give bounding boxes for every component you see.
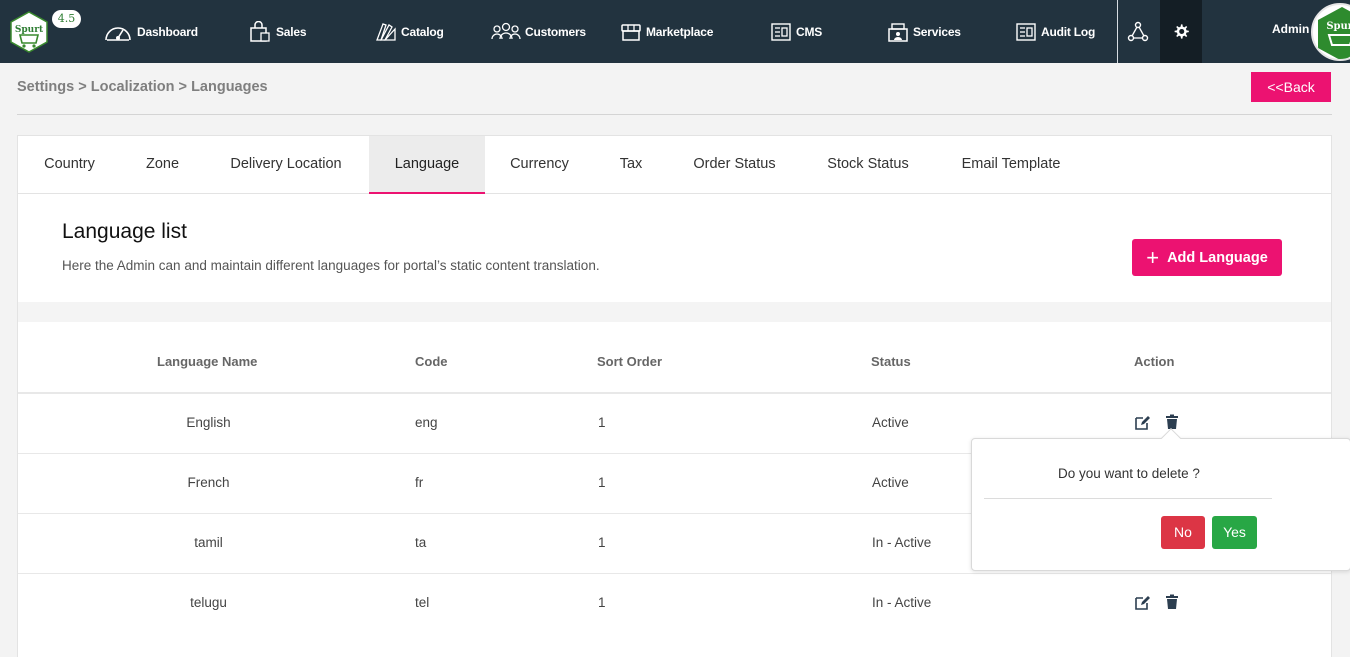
top-navbar: Spurt 4.5 Dashboard Sales Catalog Custom… bbox=[0, 0, 1350, 63]
audit-log-icon bbox=[1016, 22, 1036, 41]
nav-catalog[interactable]: Catalog bbox=[375, 0, 444, 63]
users-icon bbox=[491, 22, 521, 39]
storefront-icon bbox=[621, 23, 641, 41]
nav-customers[interactable]: Customers bbox=[491, 0, 586, 63]
speedometer-icon bbox=[105, 26, 131, 41]
status-cell: In - Active bbox=[872, 595, 932, 610]
breadcrumb-settings[interactable]: Settings bbox=[17, 79, 74, 95]
nav-sales-label: Sales bbox=[276, 24, 307, 39]
language-name-cell: French bbox=[187, 475, 230, 490]
tab-stock-status[interactable]: Stock Status bbox=[801, 136, 935, 194]
nav-cms-label: CMS bbox=[796, 24, 823, 39]
document-icon bbox=[771, 22, 791, 41]
nav-dashboard-label: Dashboard bbox=[137, 24, 198, 39]
delete-confirm-question: Do you want to delete ? bbox=[1058, 466, 1200, 481]
code-cell: fr bbox=[415, 475, 424, 490]
nav-marketplace[interactable]: Marketplace bbox=[620, 0, 713, 63]
shopping-bag-icon bbox=[250, 20, 270, 42]
nav-customers-label: Customers bbox=[525, 24, 586, 39]
breadcrumb-separator: > bbox=[174, 79, 192, 95]
settings-button[interactable] bbox=[1160, 0, 1202, 63]
edit-icon[interactable] bbox=[1134, 414, 1151, 436]
add-language-button[interactable]: + Add Language bbox=[1132, 239, 1282, 276]
breadcrumb-localization[interactable]: Localization bbox=[91, 79, 175, 95]
nav-catalog-label: Catalog bbox=[401, 24, 444, 39]
back-button[interactable]: <<Back bbox=[1251, 72, 1331, 102]
column-header-language-name: Language Name bbox=[157, 354, 258, 369]
breadcrumb: Settings > Localization > Languages bbox=[17, 79, 268, 95]
sort-order-cell: 1 bbox=[598, 595, 606, 610]
column-header-action: Action bbox=[1134, 354, 1175, 369]
trash-icon[interactable] bbox=[1165, 594, 1179, 615]
tab-zone[interactable]: Zone bbox=[121, 136, 204, 194]
network-button[interactable] bbox=[1118, 0, 1158, 63]
nav-audit-log[interactable]: Audit Log bbox=[1015, 0, 1095, 63]
column-header-sort-order: Sort Order bbox=[597, 354, 663, 369]
spurt-logo[interactable]: Spurt bbox=[8, 11, 50, 53]
sort-order-cell: 1 bbox=[598, 475, 606, 490]
delete-confirm-popover: Do you want to delete ? No Yes bbox=[971, 428, 1350, 571]
nav-dashboard[interactable]: Dashboard bbox=[103, 0, 198, 63]
tab-country[interactable]: Country bbox=[18, 136, 121, 194]
yes-button[interactable]: Yes bbox=[1212, 516, 1257, 549]
page-description: Here the Admin can and maintain differen… bbox=[62, 258, 600, 273]
nav-services[interactable]: Services bbox=[887, 0, 961, 63]
gear-icon bbox=[1174, 23, 1189, 39]
tab-delivery-location[interactable]: Delivery Location bbox=[204, 136, 368, 194]
popover-divider bbox=[984, 498, 1272, 499]
tab-tax[interactable]: Tax bbox=[594, 136, 668, 194]
tab-email-template[interactable]: Email Template bbox=[935, 136, 1087, 194]
tab-currency[interactable]: Currency bbox=[485, 136, 594, 194]
avatar[interactable]: Spurt bbox=[1311, 3, 1350, 61]
nav-cms[interactable]: CMS bbox=[770, 0, 822, 63]
services-icon bbox=[888, 22, 908, 42]
breadcrumb-separator: > bbox=[74, 79, 91, 95]
section-separator bbox=[18, 302, 1331, 322]
code-cell: eng bbox=[415, 415, 438, 430]
add-language-label: Add Language bbox=[1167, 249, 1268, 266]
plus-icon: + bbox=[1146, 244, 1160, 270]
sort-order-cell: 1 bbox=[598, 415, 606, 430]
nav-marketplace-label: Marketplace bbox=[646, 24, 714, 39]
avatar-logo-text: Spurt bbox=[1326, 21, 1350, 32]
no-button[interactable]: No bbox=[1161, 516, 1205, 549]
breadcrumb-languages: Languages bbox=[191, 79, 268, 95]
nav-sales[interactable]: Sales bbox=[248, 0, 307, 63]
page-title: Language list bbox=[62, 220, 187, 243]
nav-services-label: Services bbox=[913, 24, 961, 39]
nav-audit-log-label: Audit Log bbox=[1041, 24, 1096, 39]
logo-text: Spurt bbox=[15, 25, 44, 35]
settings-tabs: Country Zone Delivery Location Language … bbox=[18, 136, 1331, 194]
user-name[interactable]: Admin bbox=[1272, 22, 1309, 36]
language-name-cell: telugu bbox=[190, 595, 227, 610]
version-badge: 4.5 bbox=[52, 10, 81, 28]
column-header-code: Code bbox=[415, 354, 448, 369]
language-name-cell: English bbox=[186, 415, 231, 430]
column-header-status: Status bbox=[871, 354, 911, 369]
code-cell: ta bbox=[415, 535, 427, 550]
edit-icon[interactable] bbox=[1134, 594, 1151, 616]
code-cell: tel bbox=[415, 595, 430, 610]
network-icon bbox=[1127, 21, 1149, 41]
breadcrumb-divider bbox=[17, 114, 1332, 115]
sort-order-cell: 1 bbox=[598, 535, 606, 550]
language-name-cell: tamil bbox=[194, 535, 223, 550]
status-cell: Active bbox=[872, 475, 909, 490]
status-cell: Active bbox=[872, 415, 909, 430]
tab-language[interactable]: Language bbox=[369, 136, 485, 194]
table-row: telugu tel 1 In - Active bbox=[18, 574, 1331, 634]
catalog-icon bbox=[376, 22, 396, 41]
status-cell: In - Active bbox=[872, 535, 932, 550]
tab-order-status[interactable]: Order Status bbox=[668, 136, 801, 194]
settings-card: Country Zone Delivery Location Language … bbox=[17, 135, 1332, 657]
